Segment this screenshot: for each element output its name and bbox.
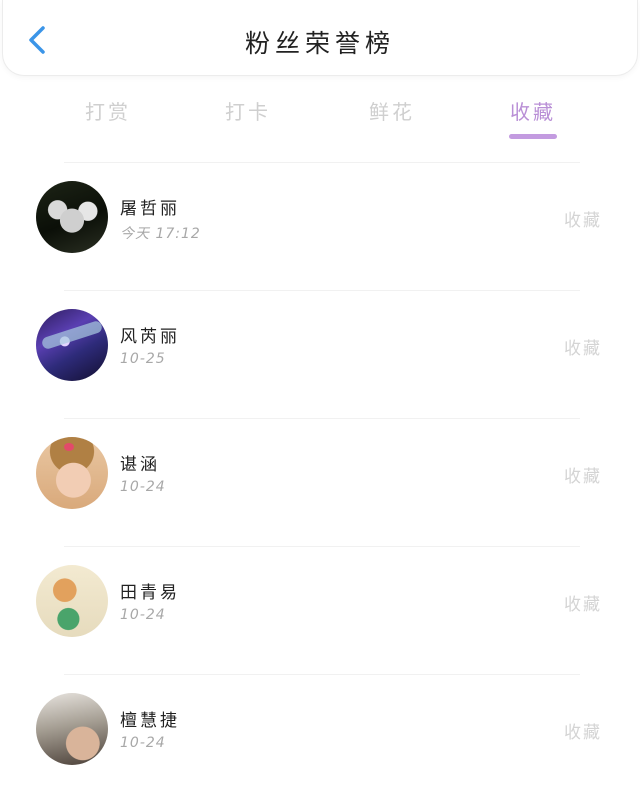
list-item[interactable]: 田青易 10-24 收藏 bbox=[0, 546, 640, 674]
tab-label: 打卡 bbox=[225, 100, 271, 124]
list-item[interactable]: 檀慧捷 10-24 收藏 bbox=[0, 674, 640, 798]
list-item[interactable]: 风芮丽 10-25 收藏 bbox=[0, 290, 640, 418]
top-bar: 粉丝荣誉榜 bbox=[2, 0, 638, 76]
fan-time: 10-24 bbox=[120, 479, 166, 495]
tab-label: 打赏 bbox=[85, 100, 131, 124]
favorite-label: 收藏 bbox=[564, 339, 602, 359]
fan-time: 10-25 bbox=[120, 351, 166, 367]
favorite-label: 收藏 bbox=[564, 211, 602, 231]
avatar[interactable] bbox=[36, 181, 108, 253]
fan-name: 谌涵 bbox=[120, 455, 160, 475]
tab-label: 收藏 bbox=[510, 100, 556, 124]
tab-favorites[interactable]: 收藏 bbox=[473, 92, 593, 142]
avatar[interactable] bbox=[36, 693, 108, 765]
fan-time: 今天 17:12 bbox=[120, 226, 201, 242]
tab-reward[interactable]: 打赏 bbox=[48, 92, 168, 142]
list-item[interactable]: 屠哲丽 今天 17:12 收藏 bbox=[0, 162, 640, 290]
favorite-label: 收藏 bbox=[564, 467, 602, 487]
page-title: 粉丝荣誉榜 bbox=[244, 29, 395, 58]
favorite-label: 收藏 bbox=[564, 595, 602, 615]
fan-name: 田青易 bbox=[120, 583, 180, 603]
fan-name: 屠哲丽 bbox=[120, 199, 180, 219]
fan-name: 风芮丽 bbox=[120, 327, 180, 347]
tab-flowers[interactable]: 鲜花 bbox=[332, 92, 452, 142]
active-tab-indicator bbox=[509, 134, 557, 139]
avatar[interactable] bbox=[36, 309, 108, 381]
favorite-label: 收藏 bbox=[564, 723, 602, 743]
tab-bar: 打赏 打卡 鲜花 收藏 bbox=[0, 92, 640, 144]
fan-time: 10-24 bbox=[120, 607, 166, 623]
tab-label: 鲜花 bbox=[369, 100, 415, 124]
fan-time: 10-24 bbox=[120, 735, 166, 751]
tab-checkin[interactable]: 打卡 bbox=[188, 92, 308, 142]
avatar[interactable] bbox=[36, 437, 108, 509]
fan-name: 檀慧捷 bbox=[120, 711, 180, 731]
list-item[interactable]: 谌涵 10-24 收藏 bbox=[0, 418, 640, 546]
avatar[interactable] bbox=[36, 565, 108, 637]
